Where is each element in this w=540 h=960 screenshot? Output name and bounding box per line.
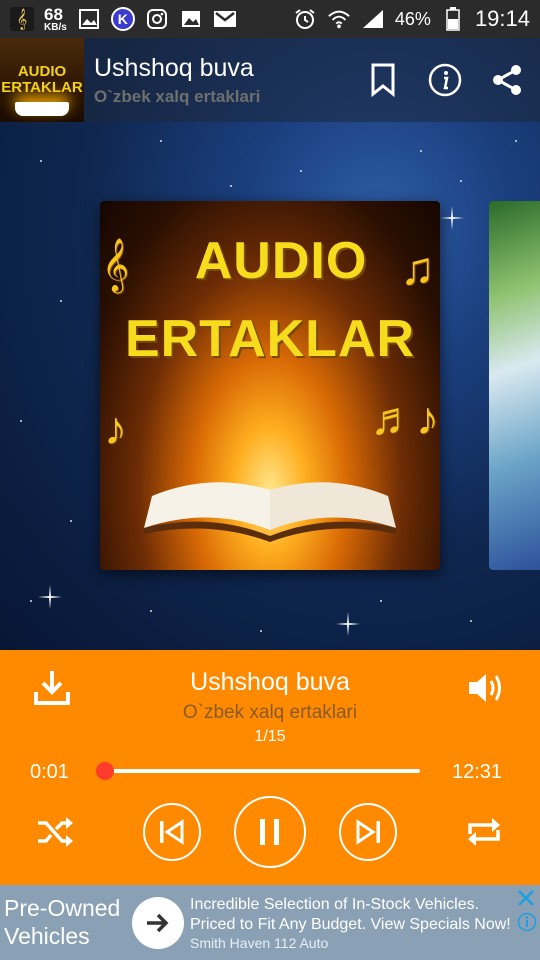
seek-bar[interactable] <box>96 762 420 780</box>
sparkle <box>38 585 62 609</box>
net-speed-unit: KB/s <box>44 21 67 33</box>
seek-thumb[interactable] <box>96 762 115 780</box>
star <box>515 140 517 142</box>
elapsed-time: 0:01 <box>30 761 69 783</box>
ad-line-1: Incredible Selection of In-Stock Vehicle… <box>190 895 480 913</box>
track-subtitle: O`zbek xalq ertaklari <box>182 702 358 723</box>
repeat-icon <box>468 818 500 846</box>
ad-line-2: Priced to Fit Any Budget. View Specials … <box>190 915 511 933</box>
cover-thumb-line1: AUDIO <box>17 63 67 81</box>
alarm-icon <box>293 7 317 31</box>
star <box>470 620 472 622</box>
star <box>260 630 262 632</box>
star <box>40 160 42 162</box>
ad-brand: Pre-Owned Vehicles <box>4 894 121 949</box>
gallery-icon <box>77 7 101 31</box>
net-speed-value: 68 <box>44 4 63 24</box>
ad-banner[interactable]: Pre-Owned Vehicles Incredible Selection … <box>0 885 540 960</box>
star <box>150 610 152 612</box>
volume-button[interactable] <box>466 668 508 708</box>
star <box>70 520 72 522</box>
skip-previous-icon <box>160 819 184 845</box>
pause-button[interactable] <box>234 796 306 868</box>
bookmark-icon <box>371 63 395 97</box>
toolbar-title: Ushshoq buva <box>94 53 254 82</box>
next-button[interactable] <box>339 803 397 861</box>
cover-title-line1: AUDIO <box>194 232 368 290</box>
app-icon: 𝄞 <box>10 7 34 31</box>
music-notes-icon: ♬♪ <box>370 392 439 444</box>
star <box>30 600 32 602</box>
shuffle-icon <box>38 817 73 847</box>
track-position: 1/15 <box>254 728 286 745</box>
ad-arrow-button[interactable] <box>132 896 184 949</box>
battery-percent: 46% <box>394 8 431 29</box>
volume-icon <box>469 674 501 702</box>
signal-icon <box>361 7 385 31</box>
music-note-icon: ♪ <box>104 402 127 454</box>
info-button[interactable] <box>428 63 462 97</box>
info-icon <box>428 63 462 97</box>
repeat-button[interactable] <box>462 812 506 852</box>
info-icon <box>517 912 537 932</box>
arrow-right-icon <box>147 913 169 932</box>
k-icon: K <box>110 7 135 31</box>
star <box>20 420 22 422</box>
star <box>380 600 382 602</box>
track-title: Ushshoq buva <box>190 668 350 696</box>
wifi-icon <box>327 7 351 31</box>
star <box>300 170 302 172</box>
star <box>460 180 462 182</box>
skip-next-icon <box>356 819 380 845</box>
pause-icon <box>260 819 279 845</box>
star <box>230 185 232 187</box>
open-book-icon <box>144 482 396 542</box>
share-icon <box>493 65 521 95</box>
bookmark-button[interactable] <box>366 63 400 97</box>
book-icon <box>15 102 69 116</box>
star <box>160 140 162 142</box>
battery-icon <box>441 7 465 31</box>
cover-thumb-line2: ERTAKLAR <box>1 79 83 96</box>
clock: 19:14 <box>474 6 530 31</box>
player-panel: Ushshoq buva O`zbek xalq ertaklari 1/15 … <box>0 650 540 885</box>
shuffle-button[interactable] <box>36 812 76 852</box>
net-speed: 68 KB/s <box>44 6 67 33</box>
next-cover-preview[interactable] <box>489 201 540 570</box>
status-bar: 𝄞 68 KB/s K 46% 19:14 <box>0 0 540 38</box>
total-time: 12:31 <box>452 761 503 783</box>
album-cover[interactable]: 𝄞 ♫ ♪ ♬♪ AUDIO ERTAKLAR <box>100 201 440 570</box>
previous-button[interactable] <box>143 803 201 861</box>
sparkle <box>336 612 360 636</box>
cover-title-line2: ERTAKLAR <box>124 310 416 368</box>
cover-thumbnail[interactable]: AUDIO ERTAKLAR <box>0 38 84 122</box>
ad-close-button[interactable] <box>515 887 537 909</box>
ad-source: Smith Haven 112 Auto <box>190 934 329 951</box>
top-toolbar: AUDIO ERTAKLAR Ushshoq buva O`zbek xalq … <box>0 38 540 122</box>
toolbar-subtitle: O`zbek xalq ertaklari <box>94 86 261 106</box>
sparkle <box>440 206 464 230</box>
gmail-icon <box>213 7 237 31</box>
instagram-icon <box>145 7 169 31</box>
close-icon <box>518 890 534 906</box>
gallery2-icon <box>179 7 203 31</box>
star <box>420 150 422 152</box>
star <box>60 300 62 302</box>
ad-info-button[interactable] <box>517 912 537 932</box>
share-button[interactable] <box>490 63 524 97</box>
